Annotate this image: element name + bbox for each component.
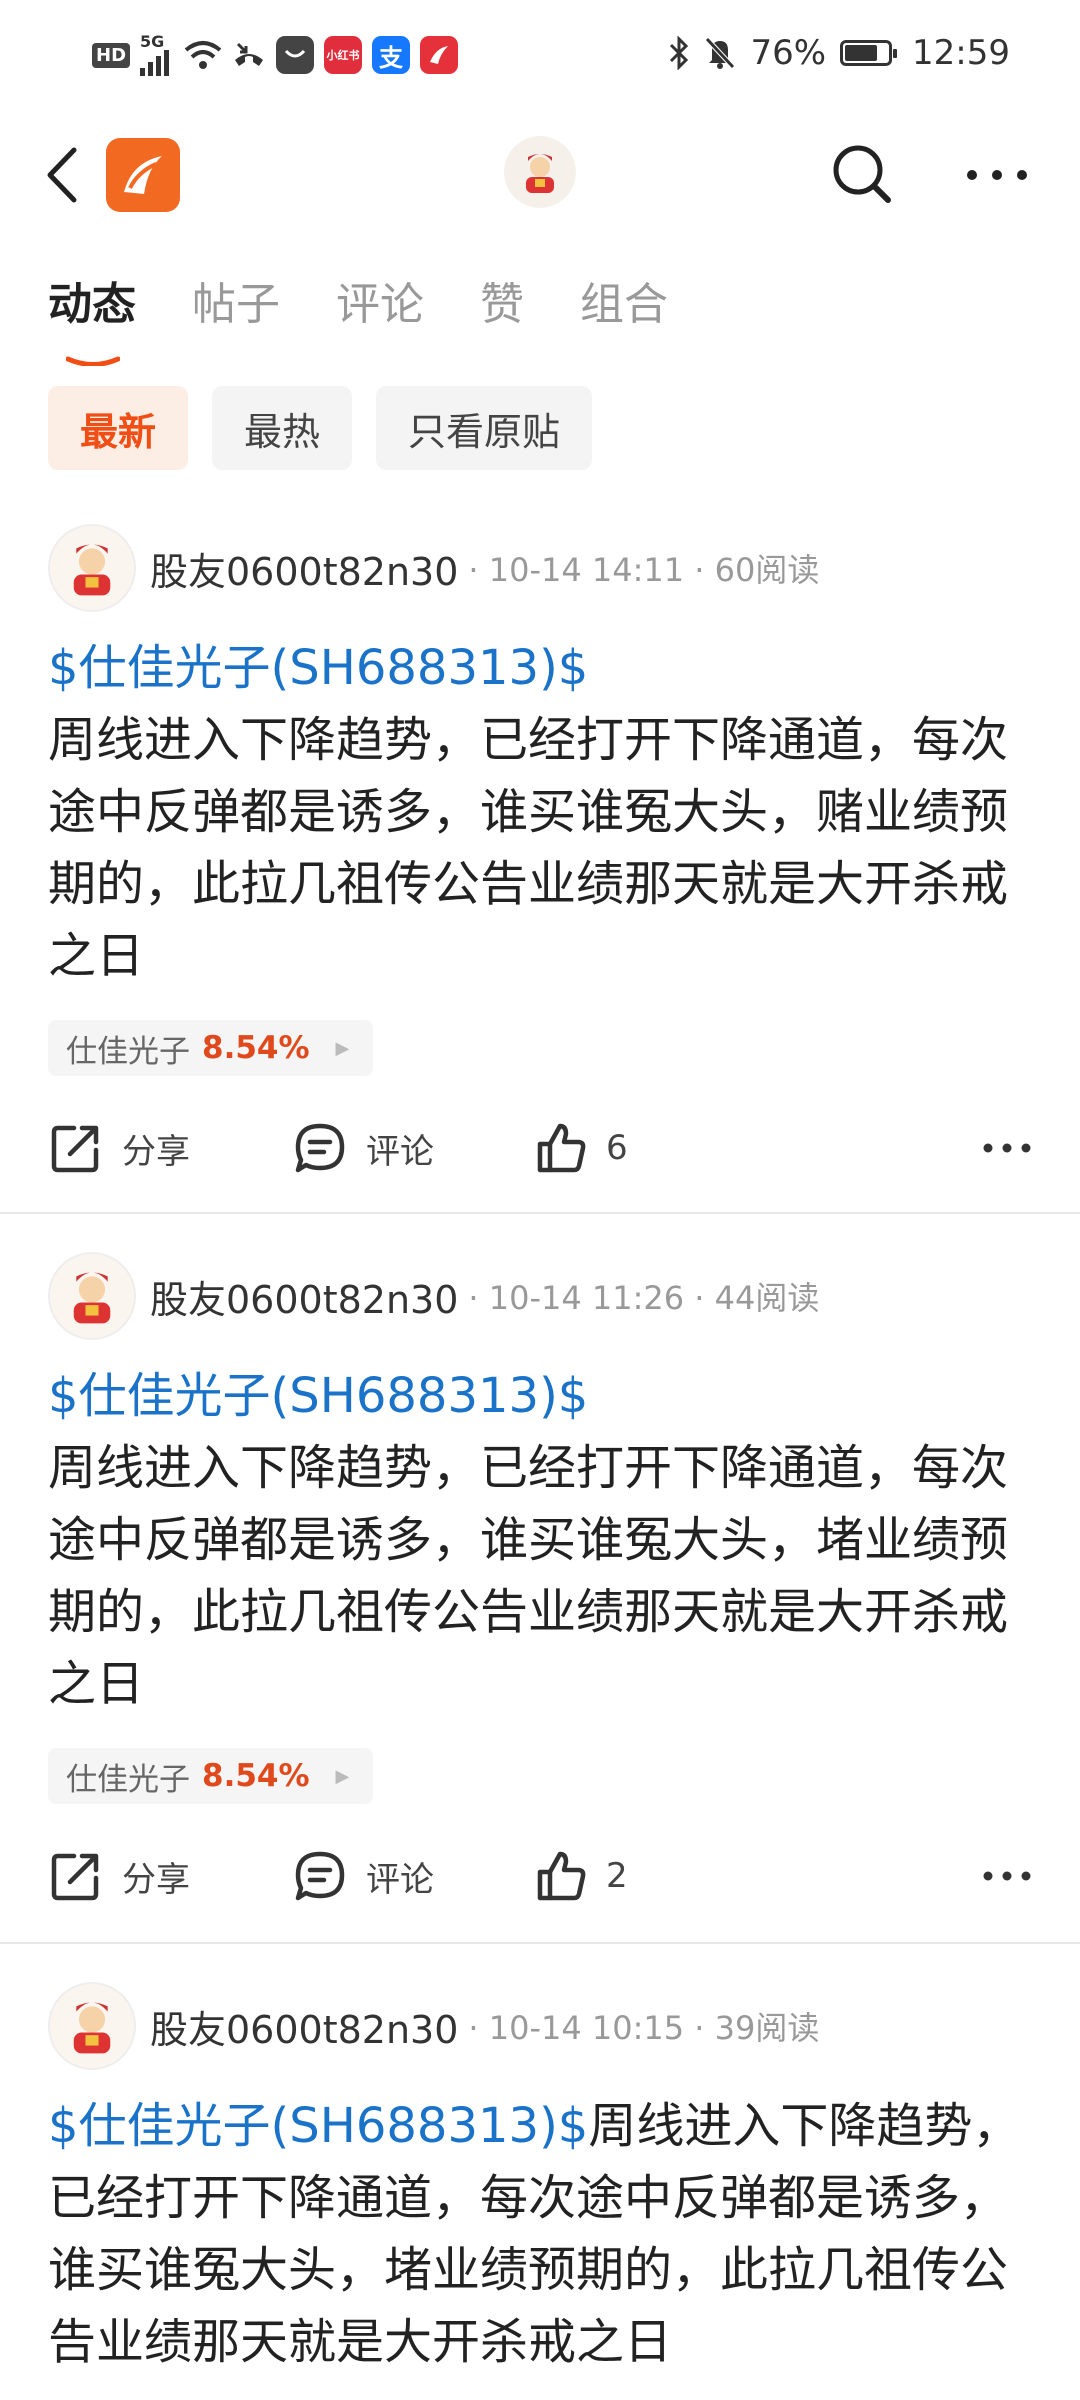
profile-tabs: 动态 帖子 评论 赞 组合 xyxy=(48,268,724,366)
divider xyxy=(0,1212,1080,1214)
tab-posts[interactable]: 帖子 xyxy=(192,268,280,332)
post-card[interactable]: 股友0600t82n30 · 10-14 10:15 · 39阅读 $仕佳光子(… xyxy=(0,1980,1080,2400)
stock-tag-name: 仕佳光子 xyxy=(66,1033,190,1070)
post-more-button[interactable] xyxy=(982,1836,1032,1916)
post-more-button[interactable] xyxy=(982,1108,1032,1188)
filter-chips: 最新 最热 只看原贴 xyxy=(48,386,593,470)
more-options-icon xyxy=(983,1143,1031,1153)
user-avatar[interactable] xyxy=(48,524,136,612)
like-count: 6 xyxy=(606,1128,628,1168)
post-meta: · 10-14 10:15 · 39阅读 xyxy=(468,2009,820,2047)
play-arrow-icon: ▶ xyxy=(335,1037,350,1059)
back-button[interactable] xyxy=(40,140,90,210)
post-header: 股友0600t82n30 · 10-14 11:26 · 44阅读 xyxy=(48,1250,819,1342)
alipay-app-icon: 支 xyxy=(372,36,411,74)
thumbs-up-icon xyxy=(537,1851,586,1901)
more-options-icon xyxy=(983,1871,1031,1881)
comment-label: 评论 xyxy=(366,1131,434,1172)
filter-original-only-button[interactable]: 只看原贴 xyxy=(376,386,593,470)
share-icon xyxy=(51,1125,99,1173)
status-bar-right: 76% 12:59 xyxy=(668,28,1010,78)
post-meta: · 10-14 11:26 · 44阅读 xyxy=(468,1279,820,1317)
play-arrow-icon: ▶ xyxy=(335,1765,350,1787)
post-card[interactable]: 股友0600t82n30 · 10-14 14:11 · 60阅读 $仕佳光子(… xyxy=(0,522,1080,1212)
post-body[interactable]: $仕佳光子(SH688313)$ 周线进入下降趋势，已经打开下降通道，每次途中反… xyxy=(48,632,1032,992)
tab-label: 赞 xyxy=(480,279,524,330)
username[interactable]: 股友0600t82n30 xyxy=(150,1269,458,1324)
status-bar: HD 5G 小红书 支 76% 12:59 xyxy=(0,0,1080,110)
comment-icon xyxy=(295,1123,345,1173)
post-meta: · 10-14 14:11 · 60阅读 xyxy=(468,551,820,589)
stock-tag[interactable]: 仕佳光子 8.54% ▶ xyxy=(48,1020,374,1076)
search-icon[interactable] xyxy=(826,138,898,210)
message-app-icon xyxy=(276,36,315,74)
comment-icon xyxy=(295,1851,345,1901)
user-avatar[interactable] xyxy=(48,1252,136,1340)
divider xyxy=(0,1942,1080,1944)
clock: 12:59 xyxy=(912,33,1010,73)
share-label: 分享 xyxy=(122,1859,190,1900)
tab-label: 帖子 xyxy=(192,279,280,330)
post-header: 股友0600t82n30 · 10-14 14:11 · 60阅读 xyxy=(48,522,819,614)
tab-likes[interactable]: 赞 xyxy=(480,268,524,332)
share-button[interactable]: 分享 xyxy=(48,1836,190,1916)
bluetooth-icon xyxy=(668,36,690,70)
post-actions: 分享 评论 6 xyxy=(48,1108,1032,1188)
active-tab-indicator xyxy=(66,356,120,366)
tab-label: 组合 xyxy=(580,279,668,330)
status-bar-left: HD 5G 小红书 支 xyxy=(92,30,459,80)
user-avatar[interactable] xyxy=(48,1982,136,2070)
username[interactable]: 股友0600t82n30 xyxy=(150,1999,458,2054)
like-button[interactable]: 2 xyxy=(532,1836,628,1916)
stock-tag-name: 仕佳光子 xyxy=(66,1761,190,1798)
missed-call-icon xyxy=(232,40,266,70)
stock-tag-change: 8.54% xyxy=(202,1030,310,1066)
battery-icon xyxy=(840,40,898,66)
tab-label: 评论 xyxy=(336,279,424,330)
signal-icon: 5G xyxy=(140,34,174,76)
stock-link[interactable]: $仕佳光子(SH688313)$ xyxy=(48,632,1032,704)
username[interactable]: 股友0600t82n30 xyxy=(150,541,458,596)
battery-percent: 76% xyxy=(750,33,827,73)
like-count: 2 xyxy=(606,1856,628,1896)
comment-button[interactable]: 评论 xyxy=(292,1108,434,1188)
profile-avatar-icon[interactable] xyxy=(504,136,576,208)
comment-button[interactable]: 评论 xyxy=(292,1836,434,1916)
xiaohongshu-app-icon: 小红书 xyxy=(324,36,363,74)
app-logo-icon[interactable] xyxy=(106,138,180,212)
thumbs-up-icon xyxy=(537,1123,586,1173)
filter-hot-button[interactable]: 最热 xyxy=(212,386,353,470)
stock-link[interactable]: $仕佳光子(SH688313)$ xyxy=(48,1360,1032,1432)
stock-tag[interactable]: 仕佳光子 8.54% ▶ xyxy=(48,1748,374,1804)
like-button[interactable]: 6 xyxy=(532,1108,628,1188)
battery-level xyxy=(845,45,878,61)
comment-label: 评论 xyxy=(366,1859,434,1900)
eastmoney-app-icon xyxy=(420,36,459,74)
post-card[interactable]: 股友0600t82n30 · 10-14 11:26 · 44阅读 $仕佳光子(… xyxy=(0,1250,1080,1940)
post-text: 周线进入下降趋势，已经打开下降通道，每次途中反弹都是诱多，谁买谁冤大头，堵业绩预… xyxy=(48,1440,1009,1712)
tab-dynamics[interactable]: 动态 xyxy=(48,268,136,366)
hd-indicator: HD xyxy=(92,42,131,68)
tab-label: 动态 xyxy=(48,279,136,330)
post-body[interactable]: $仕佳光子(SH688313)$ 周线进入下降趋势，已经打开下降通道，每次途中反… xyxy=(48,1360,1032,1720)
post-header: 股友0600t82n30 · 10-14 10:15 · 39阅读 xyxy=(48,1980,819,2072)
share-button[interactable]: 分享 xyxy=(48,1108,190,1188)
stock-tag-change: 8.54% xyxy=(202,1758,310,1794)
mute-bell-icon xyxy=(704,36,736,70)
wifi-icon xyxy=(184,40,222,70)
post-actions: 分享 评论 2 xyxy=(48,1836,1032,1916)
network-type-label: 5G xyxy=(140,32,165,51)
share-label: 分享 xyxy=(122,1131,190,1172)
filter-latest-button[interactable]: 最新 xyxy=(48,386,189,470)
tab-portfolios[interactable]: 组合 xyxy=(580,268,668,332)
share-icon xyxy=(51,1853,99,1901)
post-body[interactable]: $仕佳光子(SH688313)$周线进入下降趋势，已经打开下降通道，每次途中反弹… xyxy=(48,2090,1032,2378)
tab-comments[interactable]: 评论 xyxy=(336,268,424,332)
stock-link[interactable]: $仕佳光子(SH688313)$ xyxy=(48,2098,588,2154)
more-options-icon[interactable] xyxy=(962,150,1032,200)
post-text: 周线进入下降趋势，已经打开下降通道，每次途中反弹都是诱多，谁买谁冤大头，赌业绩预… xyxy=(48,712,1009,984)
